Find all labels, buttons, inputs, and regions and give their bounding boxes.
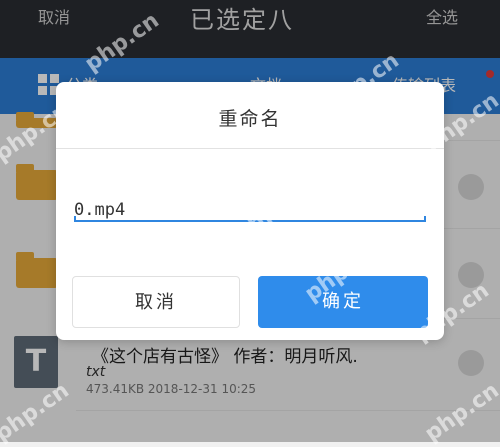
rename-dialog: 重命名 取消 确定 <box>56 82 444 340</box>
cancel-button[interactable]: 取消 <box>72 276 240 328</box>
dialog-title: 重命名 <box>218 108 282 130</box>
dialog-separator <box>56 148 444 149</box>
